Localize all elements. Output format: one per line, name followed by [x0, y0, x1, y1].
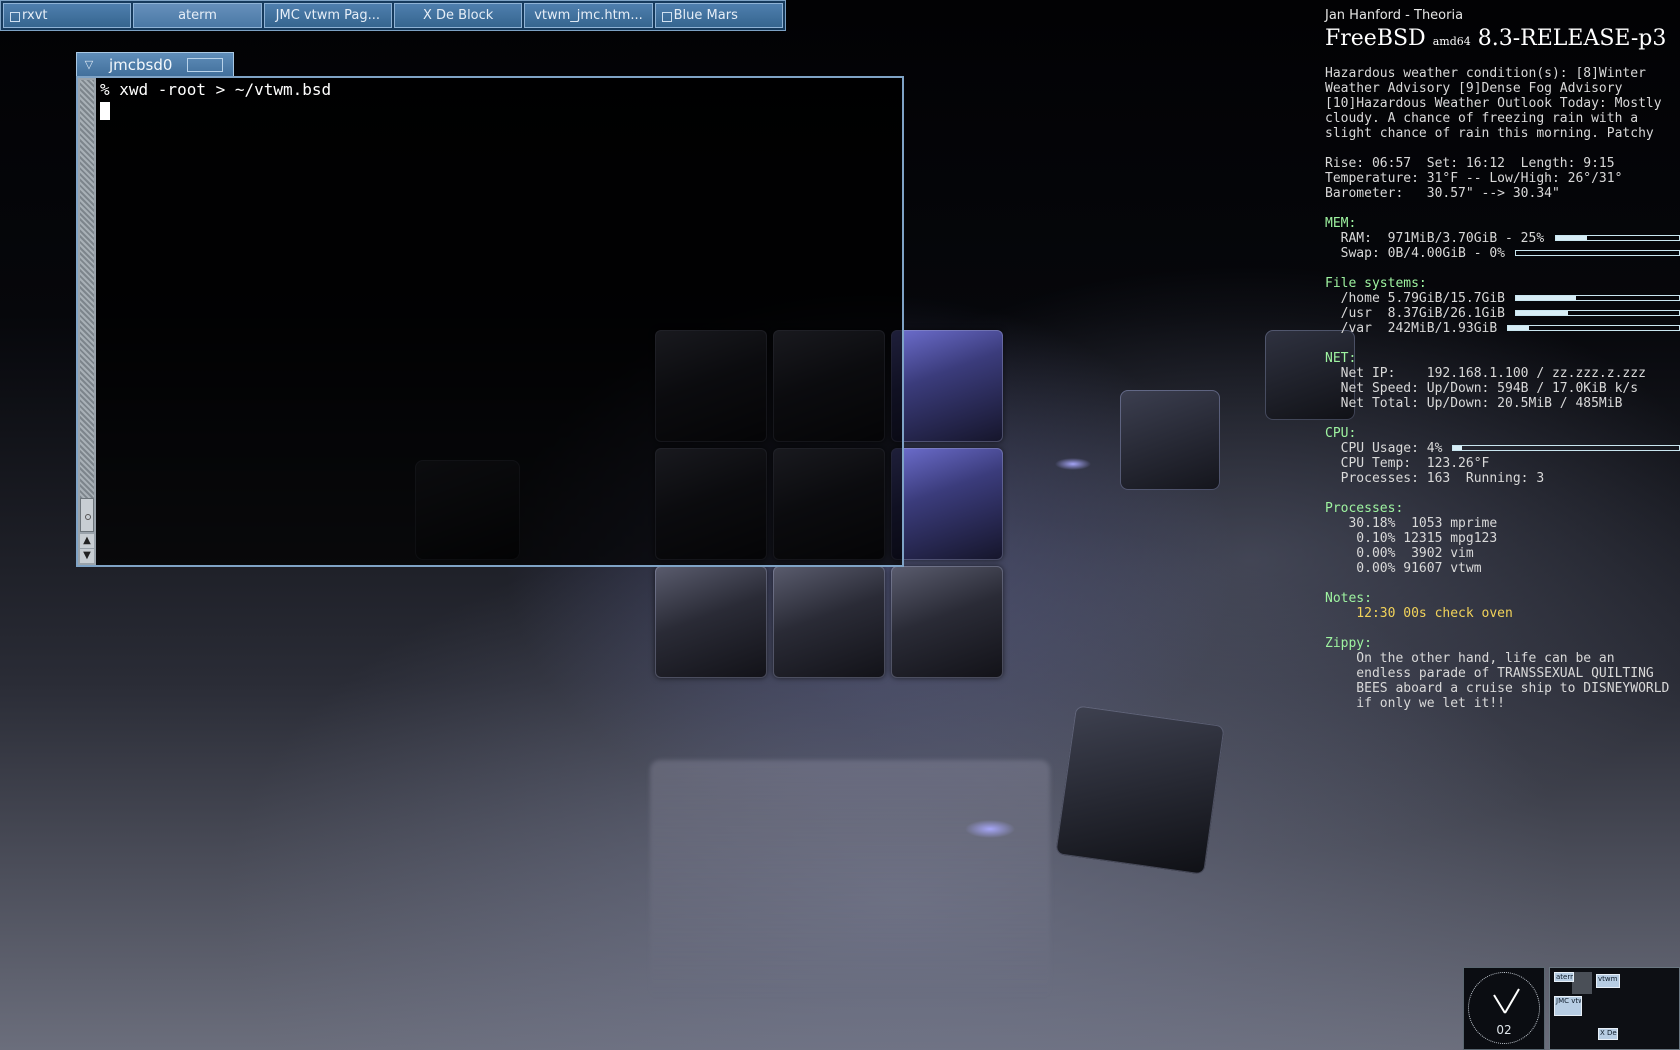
sun-times: Rise: 06:57 Set: 16:12 Length: 9:15 — [1325, 156, 1615, 171]
pager-region — [1572, 972, 1592, 994]
task-label: vtwm_jmc.htm... — [534, 8, 643, 23]
clock-dockapp[interactable]: 02 — [1463, 967, 1545, 1050]
window-menu-icon[interactable]: ▽ — [82, 58, 96, 72]
process-row: 30.18% 1053 mprime — [1325, 516, 1498, 531]
scrollbar-thumb[interactable] — [80, 498, 94, 532]
task-vtwm-jmc-html[interactable]: vtwm_jmc.htm... — [524, 3, 653, 28]
task-label: X De Block — [422, 8, 494, 23]
task-label: JMC vtwm Pag... — [275, 8, 380, 23]
process-row: 0.00% 3902 vim — [1325, 546, 1474, 561]
pager-window[interactable]: aterm — [1554, 972, 1574, 982]
net-ip: Net IP: 192.168.1.100 / zz.zzz.z.zzz — [1325, 366, 1646, 381]
pager-window[interactable]: JMC vtw — [1554, 996, 1582, 1016]
glass-cube-image — [1120, 390, 1220, 490]
ram-label: RAM: 971MiB/3.70GiB - 25% — [1325, 231, 1545, 246]
fs-header: File systems: — [1325, 276, 1427, 291]
zippy-line: BEES aboard a cruise ship to DISNEYWORLD — [1325, 681, 1670, 696]
os-name: FreeBSD — [1325, 26, 1426, 51]
fs-bar — [1515, 310, 1680, 316]
swap-bar — [1515, 250, 1680, 256]
barometer: Barometer: 30.57" --> 30.34" — [1325, 186, 1560, 201]
terminal-line: % xwd -root > ~/vtwm.bsd — [100, 80, 332, 99]
os-banner: FreeBSD amd64 8.3-RELEASE-p3 — [1325, 23, 1680, 58]
net-header: NET: — [1325, 351, 1357, 366]
light-glow — [1055, 458, 1091, 470]
weather-line: cloudy. A chance of freezing rain with a — [1325, 111, 1639, 126]
scroll-down-arrow-icon[interactable]: ▼ — [80, 549, 94, 563]
cpu-usage: CPU Usage: 4% — [1325, 441, 1680, 456]
task-x-de-block[interactable]: X De Block — [393, 3, 523, 28]
mem-header: MEM: — [1325, 216, 1357, 231]
resize-button[interactable] — [187, 58, 223, 72]
process-row: 0.10% 12315 mpg123 — [1325, 531, 1498, 546]
fs-row: /home 5.79GiB/15.7GiB — [1325, 291, 1680, 306]
glass-cube-image — [1055, 705, 1225, 875]
zippy-header: Zippy: — [1325, 636, 1372, 651]
terminal-frame: ▲ ▼ % xwd -root > ~/vtwm.bsd — [76, 76, 904, 567]
now-playing: Jan Hanford - Theoria — [1325, 8, 1464, 23]
zippy-line: endless parade of TRANSSEXUAL QUILTING — [1325, 666, 1654, 681]
window-checkbox-icon — [10, 12, 20, 22]
fs-row: /var 242MiB/1.93GiB — [1325, 321, 1680, 336]
cube-reflection — [650, 760, 1050, 1000]
weather-line: slight chance of rain this morning. Patc… — [1325, 126, 1654, 141]
temperature: Temperature: 31°F -- Low/High: 26°/31° — [1325, 171, 1623, 186]
window-title: jmcbsd0 — [109, 56, 173, 74]
weather-line: Hazardous weather condition(s): [8]Winte… — [1325, 66, 1646, 81]
note-text: 12:30 00s check oven — [1325, 606, 1513, 621]
task-rxvt[interactable]: rxvt — [3, 3, 132, 28]
scroll-up-arrow-icon[interactable]: ▲ — [80, 534, 94, 548]
process-row: 0.00% 91607 vtwm — [1325, 561, 1482, 576]
terminal-window[interactable]: ▽ jmcbsd0 ▲ ▼ % xwd -root > ~/vtwm.bsd — [76, 52, 904, 567]
text-cursor — [100, 101, 110, 120]
light-glow — [965, 820, 1015, 838]
task-jmc-vtwm-page[interactable]: JMC vtwm Pag... — [263, 3, 392, 28]
fs-label: /usr 8.37GiB/26.1GiB — [1325, 306, 1506, 321]
cpu-bar — [1452, 445, 1680, 451]
swap-label: Swap: 0B/4.00GiB - 0% — [1325, 246, 1506, 261]
fs-bar — [1507, 325, 1680, 331]
window-checkbox-icon — [661, 12, 672, 22]
desktop-pager[interactable]: aterm vtwm JMC vtw X De — [1549, 967, 1680, 1050]
net-speed: Net Speed: Up/Down: 594B / 17.0KiB k/s — [1325, 381, 1639, 396]
cpu-header: CPU: — [1325, 426, 1357, 441]
os-release: 8.3-RELEASE-p3 — [1477, 26, 1667, 51]
pager-window[interactable]: X De — [1598, 1028, 1618, 1040]
task-label: Blue Mars — [673, 8, 738, 23]
conky-monitor: Jan Hanford - Theoria FreeBSD amd64 8.3-… — [1325, 8, 1680, 711]
weather-line: [10]Hazardous Weather Outlook Today: Mos… — [1325, 96, 1662, 111]
ram-usage: RAM: 971MiB/3.70GiB - 25% — [1325, 231, 1680, 246]
net-total: Net Total: Up/Down: 20.5MiB / 485MiB — [1325, 396, 1623, 411]
weather-line: Weather Advisory [9]Dense Fog Advisory — [1325, 81, 1623, 96]
fs-label: /var 242MiB/1.93GiB — [1325, 321, 1498, 336]
terminal-text-area[interactable]: % xwd -root > ~/vtwm.bsd — [100, 80, 898, 561]
processes-header: Processes: — [1325, 501, 1404, 516]
task-blue-mars[interactable]: Blue Mars — [654, 3, 783, 28]
cpu-usage-label: CPU Usage: 4% — [1325, 441, 1443, 456]
fs-row: /usr 8.37GiB/26.1GiB — [1325, 306, 1680, 321]
task-aterm[interactable]: aterm — [133, 3, 262, 28]
cpu-temp: CPU Temp: 123.26°F — [1325, 456, 1490, 471]
task-label: rxvt — [22, 8, 48, 23]
ram-bar — [1555, 235, 1680, 241]
taskbar: rxvt aterm JMC vtwm Pag... X De Block vt… — [0, 0, 786, 31]
zippy-line: On the other hand, life can be an — [1325, 651, 1615, 666]
pager-window[interactable]: vtwm — [1596, 974, 1620, 988]
scrollbar-track[interactable] — [80, 80, 94, 498]
notes-header: Notes: — [1325, 591, 1372, 606]
clock-date: 02 — [1496, 1023, 1512, 1037]
task-label: aterm — [178, 8, 217, 23]
fs-bar — [1515, 295, 1680, 301]
cpu-processes: Processes: 163 Running: 3 — [1325, 471, 1545, 486]
zippy-line: if only we let it!! — [1325, 696, 1506, 711]
swap-usage: Swap: 0B/4.00GiB - 0% — [1325, 246, 1680, 261]
window-titlebar[interactable]: ▽ jmcbsd0 — [76, 52, 234, 78]
os-arch: amd64 — [1432, 35, 1471, 48]
fs-label: /home 5.79GiB/15.7GiB — [1325, 291, 1506, 306]
scrollbar[interactable]: ▲ ▼ — [78, 78, 96, 565]
